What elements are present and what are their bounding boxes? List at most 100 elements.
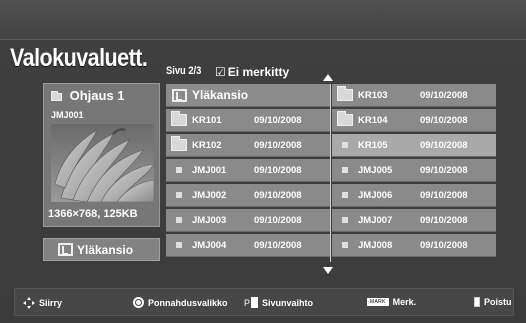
up-folder-icon-wrap <box>166 88 192 102</box>
file-bullet-icon <box>176 167 182 173</box>
file-bullet-icon <box>176 217 182 223</box>
file-bullet-icon-wrap <box>166 242 192 248</box>
parent-folder-label: Yläkansio <box>77 242 134 257</box>
list-item-date: 09/10/2008 <box>254 139 302 151</box>
list-item-date: 09/10/2008 <box>420 189 468 201</box>
mark-key-icon: MARK <box>367 298 389 306</box>
list-item-date: 09/10/2008 <box>254 214 302 226</box>
help-mark: MARK Merk. <box>367 297 416 307</box>
up-folder-icon <box>171 88 187 102</box>
help-mark-label: Merk. <box>392 297 417 307</box>
list-item[interactable]: KR102 09/10/2008 <box>166 134 330 157</box>
list-item-name: JMJ002 <box>192 189 227 201</box>
list-item[interactable]: KR103 09/10/2008 <box>332 84 496 107</box>
preview-file-name: JMJ001 <box>51 110 84 120</box>
list-item-date: 09/10/2008 <box>420 139 468 151</box>
help-page: P Sivunvaihto <box>244 297 313 308</box>
list-item-name: JMJ006 <box>358 189 393 201</box>
list-item-name: KR103 <box>358 89 388 101</box>
list-item-name: KR102 <box>192 139 222 151</box>
preview-panel: Ohjaus 1 JMJ001 1366×768, 125KB <box>43 83 160 227</box>
list-item-name: JMJ005 <box>358 164 393 176</box>
up-folder-icon <box>58 243 73 256</box>
list-item[interactable]: JMJ007 09/10/2008 <box>332 209 496 232</box>
file-bullet-icon <box>176 192 182 198</box>
file-bullet-icon-wrap <box>166 192 192 198</box>
list-item-name: Yläkansio <box>192 88 249 102</box>
file-bullet-icon <box>176 242 182 248</box>
folder-icon <box>171 111 187 126</box>
list-item[interactable]: JMJ006 09/10/2008 <box>332 184 496 207</box>
list-item[interactable]: KR104 09/10/2008 <box>332 109 496 132</box>
exit-key-icon <box>474 297 480 307</box>
file-bullet-icon <box>342 242 348 248</box>
list-item[interactable]: KR101 09/10/2008 <box>166 109 330 132</box>
file-bullet-icon-wrap <box>332 167 358 173</box>
ok-button-icon <box>133 297 144 308</box>
help-move-label: Siirry <box>39 298 63 308</box>
parent-folder-button[interactable]: Yläkansio <box>43 238 160 261</box>
folder-open-icon <box>51 90 62 101</box>
folder-icon-wrap <box>332 86 358 101</box>
list-item-name: JMJ007 <box>358 214 393 226</box>
list-item-name: KR105 <box>358 139 388 151</box>
banana-photo <box>51 124 154 202</box>
folder-icon-wrap <box>332 111 358 126</box>
preview-thumbnail <box>51 124 154 202</box>
preview-resolution: 1366×768, 125KB <box>48 208 138 220</box>
checkbox-icon: ☑ <box>215 65 226 79</box>
file-bullet-icon-wrap <box>166 167 192 173</box>
list-item[interactable]: JMJ005 09/10/2008 <box>332 159 496 182</box>
navigation-arrows-icon <box>23 297 35 309</box>
list-item-date: 09/10/2008 <box>420 214 468 226</box>
list-item[interactable]: KR105 09/10/2008 <box>332 134 496 157</box>
media-screen: Valokuvaluett. Sivu 2/3 ☑ Ei merkitty Ohj… <box>0 0 526 323</box>
folder-icon <box>337 111 353 126</box>
file-bullet-icon-wrap <box>166 217 192 223</box>
file-bullet-icon <box>342 217 348 223</box>
bottom-help-bar: Siirry Ponnahdusvalikko P Sivunvaihto MA… <box>14 288 514 316</box>
preview-folder: Ohjaus 1 <box>51 88 125 103</box>
file-bullet-icon-wrap <box>332 242 358 248</box>
file-bullet-icon-wrap <box>332 142 358 148</box>
help-popup: Ponnahdusvalikko <box>133 297 228 308</box>
list-item[interactable]: JMJ003 09/10/2008 <box>166 209 330 232</box>
list-item[interactable]: JMJ001 09/10/2008 <box>166 159 330 182</box>
list-item[interactable]: JMJ002 09/10/2008 <box>166 184 330 207</box>
help-exit-label: Poistu <box>484 297 512 307</box>
file-bullet-icon <box>342 142 348 148</box>
list-item[interactable]: JMJ004 09/10/2008 <box>166 234 330 257</box>
page-rocker-icon <box>251 297 259 308</box>
list-item-date: 09/10/2008 <box>420 164 468 176</box>
page-indicator: Sivu 2/3 <box>166 65 202 77</box>
list-item-parent-folder[interactable]: Yläkansio <box>166 84 330 107</box>
mark-status-label: Ei merkitty <box>227 65 290 79</box>
top-strip <box>0 0 526 40</box>
page-key-label: P <box>244 297 251 308</box>
column-divider <box>330 84 331 262</box>
list-item-date: 09/10/2008 <box>420 239 468 251</box>
scroll-up-arrow-icon[interactable] <box>323 74 333 81</box>
folder-icon-wrap <box>166 111 192 126</box>
help-popup-label: Ponnahdusvalikko <box>148 297 228 308</box>
list-item-name: KR104 <box>358 114 388 126</box>
page-title: Valokuvaluett. <box>10 44 148 72</box>
list-item-name: JMJ003 <box>192 214 227 226</box>
page-key-icon: P <box>244 297 259 308</box>
list-item-date: 09/10/2008 <box>254 114 302 126</box>
help-move: Siirry <box>23 297 62 309</box>
file-list: Yläkansio KR101 09/10/2008 KR102 09/10/2008 J… <box>166 84 499 262</box>
folder-icon-wrap <box>166 136 192 151</box>
list-item-date: 09/10/2008 <box>254 239 302 251</box>
list-item-name: KR101 <box>192 114 222 126</box>
list-item[interactable]: JMJ008 09/10/2008 <box>332 234 496 257</box>
folder-icon <box>171 136 187 151</box>
help-exit: Poistu <box>474 297 512 307</box>
list-item-date: 09/10/2008 <box>420 89 468 101</box>
folder-icon <box>337 86 353 101</box>
scroll-down-arrow-icon[interactable] <box>323 267 333 274</box>
list-item-date: 09/10/2008 <box>420 114 468 126</box>
preview-folder-name: Ohjaus 1 <box>69 88 125 103</box>
file-bullet-icon <box>342 192 348 198</box>
mark-status: ☑ Ei merkitty <box>215 65 289 79</box>
